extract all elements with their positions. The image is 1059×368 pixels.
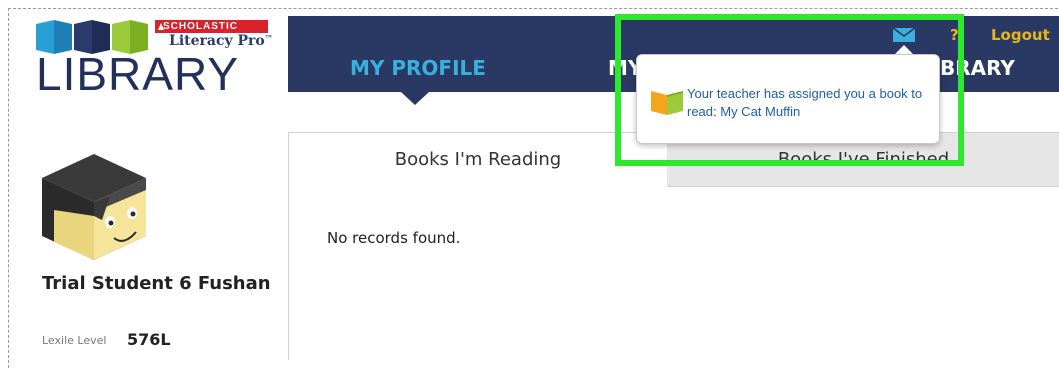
active-nav-indicator <box>401 92 429 105</box>
lexile-label: Lexile Level <box>42 334 107 347</box>
books-panel: Books I'm Reading Books I've Finished No… <box>288 132 1059 360</box>
library-wordmark: LIBRARY <box>36 48 240 100</box>
highlight-box <box>615 14 964 166</box>
student-name: Trial Student 6 Fushan <box>42 273 271 294</box>
empty-message: No records found. <box>327 229 461 247</box>
logo[interactable]: SCHOLASTIC Literacy Pro™ LIBRARY <box>36 18 273 102</box>
tab-books-reading[interactable]: Books I'm Reading <box>289 133 667 187</box>
nav-my-profile[interactable]: MY PROFILE <box>350 56 486 80</box>
logout-link[interactable]: Logout <box>991 26 1050 44</box>
lexile-value: 576L <box>127 330 171 349</box>
scholastic-badge: SCHOLASTIC <box>155 20 268 33</box>
literacy-pro-subtitle: Literacy Pro™ <box>169 33 273 49</box>
avatar <box>42 154 146 260</box>
